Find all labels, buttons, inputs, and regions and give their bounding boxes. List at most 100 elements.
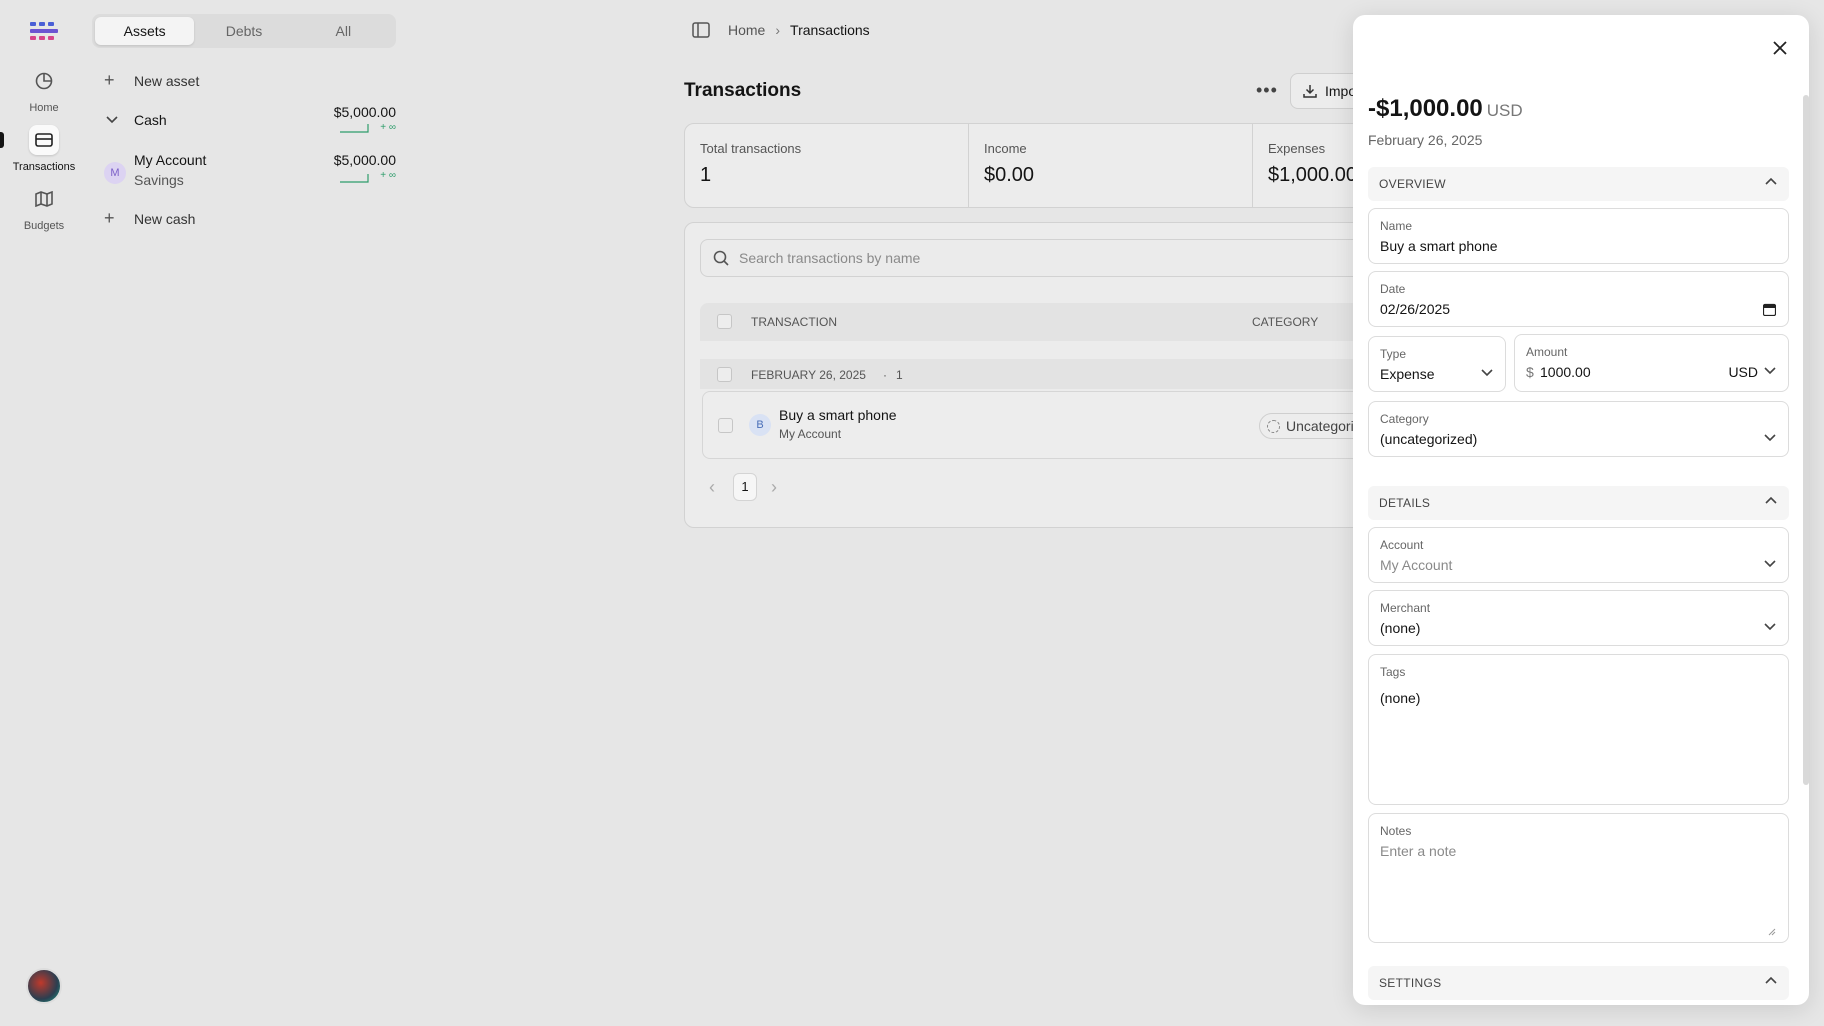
account-value: My Account <box>1380 557 1453 573</box>
type-select[interactable]: Type Expense <box>1368 336 1506 392</box>
select-all-checkbox[interactable] <box>717 314 732 329</box>
column-transaction: TRANSACTION <box>751 315 838 329</box>
name-value: Buy a smart phone <box>1380 238 1498 254</box>
notes-label: Notes <box>1380 824 1412 838</box>
column-category: CATEGORY <box>1252 315 1319 329</box>
new-cash-label: New cash <box>134 211 196 227</box>
group-separator: · <box>883 368 887 382</box>
date-group-header: FEBRUARY 26, 2025 · 1 <box>700 359 1403 389</box>
select-group-checkbox[interactable] <box>717 367 732 382</box>
chevron-down-icon <box>1764 367 1776 375</box>
nav-transactions[interactable]: Transactions <box>0 125 88 173</box>
new-cash-button[interactable]: + New cash <box>92 208 396 232</box>
stat-income-label: Income <box>984 141 1027 156</box>
date-label: Date <box>1380 282 1406 296</box>
cash-trend-label: + ∞ <box>380 122 396 133</box>
merchant-value: (none) <box>1380 620 1421 636</box>
amount-value: -$1,000.00 <box>1368 95 1483 122</box>
chevron-down-icon <box>1764 623 1776 631</box>
notes-field[interactable]: Notes Enter a note <box>1368 813 1789 943</box>
tags-label: Tags <box>1380 665 1406 679</box>
more-options-icon[interactable]: ••• <box>1256 80 1278 101</box>
tags-field[interactable]: Tags (none) <box>1368 654 1789 805</box>
account-type: Savings <box>134 172 184 188</box>
user-avatar[interactable] <box>26 968 62 1004</box>
next-page-icon[interactable]: › <box>771 477 777 498</box>
date-field[interactable]: Date 02/26/2025 <box>1368 271 1789 327</box>
close-icon[interactable] <box>1773 41 1787 55</box>
transaction-detail-drawer: -$1,000.00 USD February 26, 2025 OVERVIEW… <box>1353 15 1809 1005</box>
overview-section-header[interactable]: OVERVIEW <box>1368 167 1789 201</box>
settings-section-header[interactable]: SETTINGS <box>1368 966 1789 1000</box>
sidebar-toggle-icon[interactable] <box>692 22 710 38</box>
account-balance: $5,000.00 <box>333 152 396 168</box>
transactions-panel: Search transactions by name TRANSACTION … <box>684 222 1404 528</box>
page-number[interactable]: 1 <box>733 473 757 501</box>
search-icon <box>713 250 729 266</box>
account-name: My Account <box>134 152 207 168</box>
nav-budgets[interactable]: Budgets <box>0 184 88 232</box>
nav-home[interactable]: Home <box>0 66 88 114</box>
prev-page-icon[interactable]: ‹ <box>709 477 715 498</box>
resize-handle-icon[interactable] <box>1768 928 1776 936</box>
amount-symbol: $ <box>1526 364 1534 380</box>
cash-group[interactable]: Cash $5,000.00 + ∞ <box>92 104 396 150</box>
tab-debts[interactable]: Debts <box>194 17 293 45</box>
row-checkbox[interactable] <box>718 418 733 433</box>
account-select[interactable]: Account My Account <box>1368 527 1789 583</box>
amount-input-value[interactable]: 1000.00 <box>1540 364 1591 380</box>
chevron-right-icon: › <box>775 22 781 38</box>
new-asset-button[interactable]: + New asset <box>92 70 396 94</box>
table-row[interactable]: B Buy a smart phone My Account Uncategor… <box>702 391 1403 459</box>
logo-icon[interactable] <box>28 20 60 44</box>
account-tabs: Assets Debts All <box>92 14 396 48</box>
category-select[interactable]: Category (uncategorized) <box>1368 401 1789 457</box>
date-value: 02/26/2025 <box>1380 301 1451 317</box>
search-input[interactable]: Search transactions by name <box>700 239 1403 277</box>
overview-label: OVERVIEW <box>1379 177 1446 191</box>
account-label: Account <box>1380 538 1424 552</box>
amount-label: Amount <box>1526 345 1568 359</box>
chevron-down-icon <box>1481 369 1493 377</box>
drawer-scrollbar[interactable] <box>1803 95 1809 785</box>
settings-label: SETTINGS <box>1379 976 1442 990</box>
tab-assets[interactable]: Assets <box>95 17 195 45</box>
account-trend-label: + ∞ <box>380 170 396 181</box>
transaction-name[interactable]: Buy a smart phone <box>779 407 897 423</box>
amount-currency-select[interactable]: USD <box>1728 364 1758 380</box>
uncategorized-icon <box>1267 420 1280 433</box>
merchant-label: Merchant <box>1380 601 1431 615</box>
details-section-header[interactable]: DETAILS <box>1368 486 1789 520</box>
account-my-account[interactable]: M My Account Savings $5,000.00 + ∞ <box>92 152 396 200</box>
group-date: FEBRUARY 26, 2025 <box>751 368 866 382</box>
tags-value: (none) <box>1380 690 1421 706</box>
tab-all[interactable]: All <box>294 17 393 45</box>
group-count: 1 <box>896 368 903 382</box>
stat-total: Total transactions 1 <box>685 124 969 207</box>
merchant-select[interactable]: Merchant (none) <box>1368 590 1789 646</box>
name-label: Name <box>1380 219 1413 233</box>
stat-income: Income $0.00 <box>969 124 1253 207</box>
chevron-down-icon <box>1764 560 1776 568</box>
calendar-icon[interactable] <box>1763 303 1776 316</box>
category-value: (uncategorized) <box>1380 431 1478 447</box>
cash-group-total: $5,000.00 <box>333 104 396 120</box>
chevron-down-icon <box>106 116 118 124</box>
search-placeholder: Search transactions by name <box>739 250 921 266</box>
stat-income-value: $0.00 <box>984 164 1035 186</box>
category-label: Category <box>1380 412 1429 426</box>
type-value: Expense <box>1380 366 1435 382</box>
breadcrumb-home[interactable]: Home <box>728 22 765 38</box>
stat-total-label: Total transactions <box>700 141 802 156</box>
credit-card-icon <box>29 125 59 155</box>
name-field[interactable]: Name Buy a smart phone <box>1368 208 1789 264</box>
cash-group-label: Cash <box>134 112 167 128</box>
notes-placeholder: Enter a note <box>1380 843 1457 859</box>
amount-field[interactable]: Amount $ 1000.00 USD <box>1514 334 1789 392</box>
chevron-up-icon <box>1765 177 1777 185</box>
table-header: TRANSACTION CATEGORY <box>700 303 1403 341</box>
amount-currency: USD <box>1486 101 1523 120</box>
plus-icon: + <box>104 208 115 228</box>
page-title: Transactions <box>684 80 802 101</box>
nav-budgets-label: Budgets <box>23 220 65 232</box>
